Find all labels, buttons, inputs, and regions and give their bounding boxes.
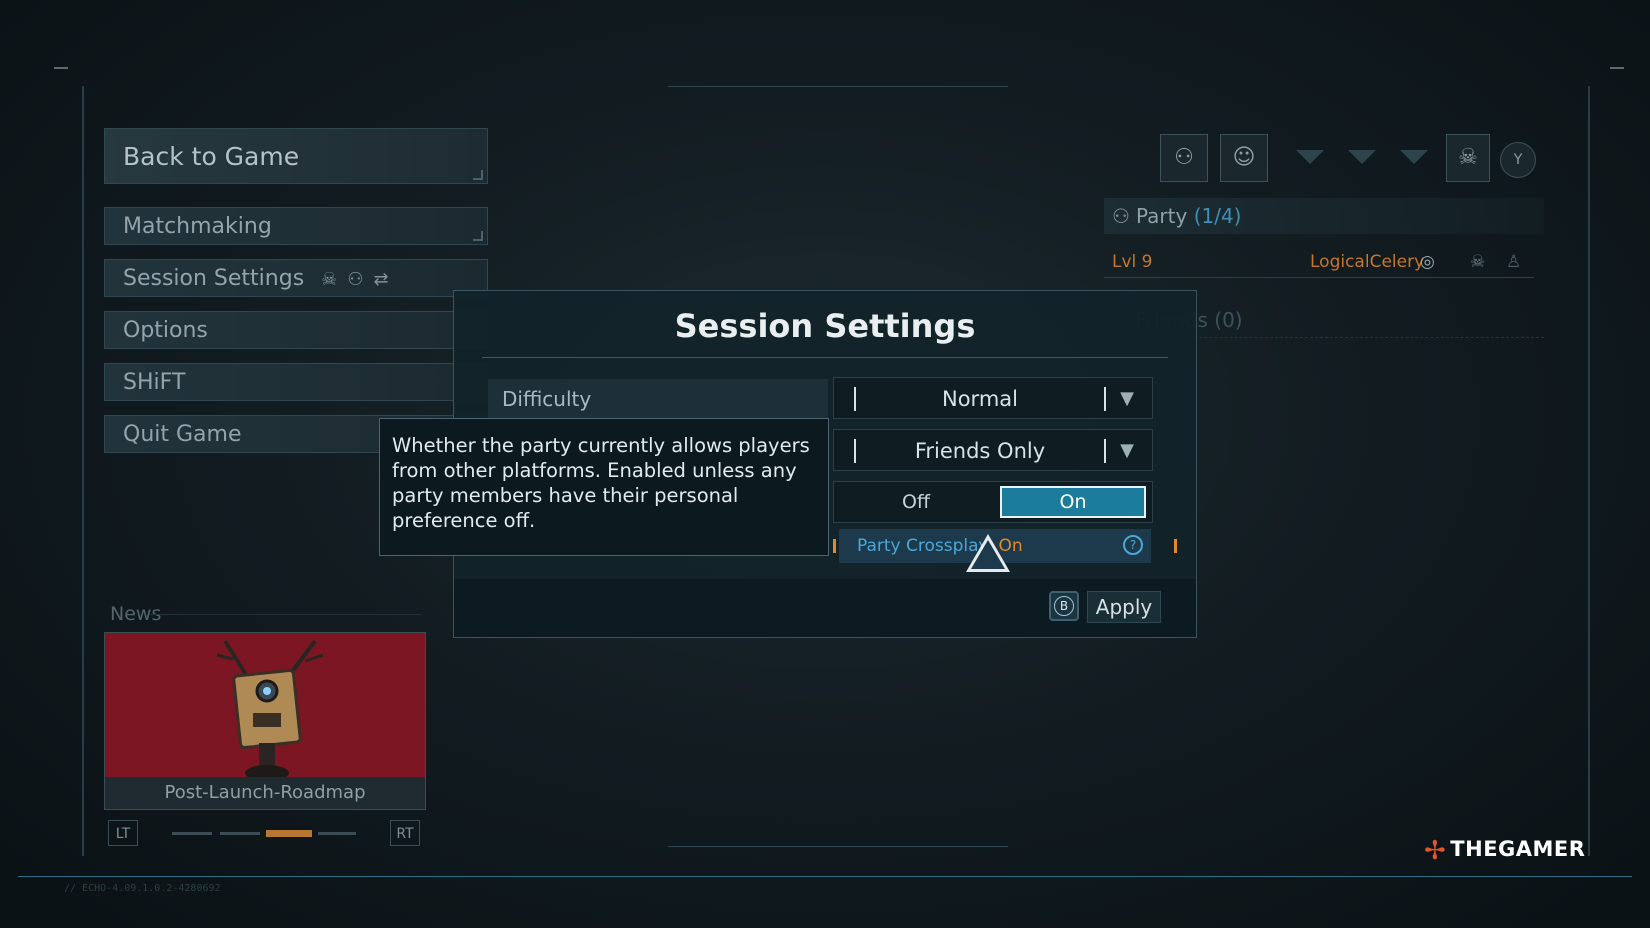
b-glyph: B (1054, 596, 1074, 616)
party-icon: ⚇ (1112, 204, 1130, 228)
options-label: Options (123, 318, 208, 343)
crossplay-toggle[interactable]: Off On (833, 481, 1153, 523)
frame-bottom-center-line (668, 846, 1008, 847)
lt-button[interactable]: LT (108, 820, 138, 846)
session-settings-button[interactable]: Session Settings ☠⚇⇄ (104, 259, 488, 297)
y-button-label: Y (1513, 152, 1523, 168)
row-marker (1174, 539, 1177, 553)
claptrap-robot-illustration (216, 639, 324, 779)
quit-game-label: Quit Game (123, 422, 242, 447)
frame-left-line (82, 86, 84, 856)
skull-difficulty-icon: ☠ (321, 269, 348, 290)
apply-button[interactable]: Apply (1087, 591, 1161, 623)
difficulty-label: Difficulty (488, 379, 828, 419)
matchmaking-button[interactable]: Matchmaking (104, 207, 488, 245)
news-page-indicator (220, 832, 260, 835)
party-users-icon: ⚇ (347, 269, 374, 290)
news-page-indicator-active (266, 830, 312, 837)
skull-avatar-icon: ☠ (1458, 145, 1478, 170)
back-to-game-label: Back to Game (123, 142, 300, 171)
crossplay-off-option[interactable]: Off (846, 486, 986, 518)
title-divider (482, 357, 1168, 358)
difficulty-dropdown[interactable]: Normal ▼ (833, 377, 1153, 419)
party-members-button[interactable]: ☺ (1220, 134, 1268, 182)
thegamer-watermark: ✢ THEGAMER (1424, 836, 1585, 866)
frame-corner (54, 67, 68, 69)
chevron-down-icon[interactable]: ▼ (1112, 384, 1142, 414)
triangle-cursor-icon (966, 534, 1010, 572)
group-icon: ☺ (1232, 145, 1256, 170)
steam-icon: ◎ (1420, 252, 1435, 272)
watermark-text: THEGAMER (1450, 837, 1586, 861)
empty-slot-icon (1348, 150, 1376, 164)
modal-title: Session Settings (674, 307, 976, 345)
member-level: Lvl 9 (1112, 252, 1153, 272)
crossplay-shuffle-icon: ⇄ (373, 269, 399, 290)
crossplay-on-option[interactable]: On (1000, 486, 1146, 518)
difficulty-label-text: Difficulty (502, 387, 592, 411)
privacy-value: Friends Only (854, 439, 1106, 463)
modal-footer-band (454, 579, 1196, 637)
row-marker (833, 539, 836, 553)
chevron-down-icon[interactable]: ▼ (1112, 436, 1142, 466)
party-header-label: Party (1136, 204, 1188, 228)
corner-notch (473, 170, 483, 180)
add-user-icon: ⚇ (1174, 145, 1194, 170)
help-icon[interactable]: ? (1123, 535, 1143, 555)
privacy-dropdown[interactable]: Friends Only ▼ (833, 429, 1153, 471)
news-page-indicator (172, 832, 212, 835)
frame-right-line (1588, 86, 1590, 856)
version-string: // ECHO-4.09.1.0.2-4280692 (64, 883, 221, 894)
news-caption: Post-Launch-Roadmap (105, 777, 425, 809)
frame-bottom-line (18, 876, 1632, 877)
invite-party-button[interactable]: ⚇ (1160, 134, 1208, 182)
news-card[interactable]: Post-Launch-Roadmap (104, 632, 426, 810)
shift-button[interactable]: SHiFT (104, 363, 488, 401)
session-settings-label: Session Settings (123, 266, 305, 291)
b-button-icon: B (1049, 591, 1079, 621)
options-button[interactable]: Options (104, 311, 488, 349)
crossplay-tooltip: Whether the party currently allows playe… (379, 418, 829, 556)
frame-corner (1610, 67, 1624, 69)
shift-label: SHiFT (123, 370, 186, 395)
empty-slot-icon (1400, 150, 1428, 164)
session-status-icons: ☠⚇⇄ (321, 261, 398, 299)
corner-notch (473, 231, 483, 241)
party-member-row[interactable]: Lvl 9 LogicalCelery ◎ ☠ ♙ (1104, 246, 1534, 278)
empty-slot-icon (1296, 150, 1324, 164)
news-page-indicator (318, 832, 356, 835)
party-header-count: (1/4) (1193, 204, 1242, 228)
party-header: ⚇ Party (1/4) (1104, 198, 1544, 234)
matchmaking-label: Matchmaking (123, 214, 272, 239)
back-to-game-button[interactable]: Back to Game (104, 128, 488, 184)
user-icon: ♙ (1506, 252, 1522, 272)
rt-button[interactable]: RT (390, 820, 420, 846)
member-name: LogicalCelery (1310, 252, 1425, 272)
news-divider (150, 614, 422, 615)
skull-avatar-icon: ☠ (1470, 252, 1486, 272)
y-button[interactable]: Y (1500, 142, 1536, 178)
difficulty-value: Normal (854, 387, 1106, 411)
player-avatar-button[interactable]: ☠ (1446, 134, 1490, 182)
frame-top-line (668, 86, 1008, 87)
thegamer-logo-icon: ✢ (1424, 836, 1447, 866)
